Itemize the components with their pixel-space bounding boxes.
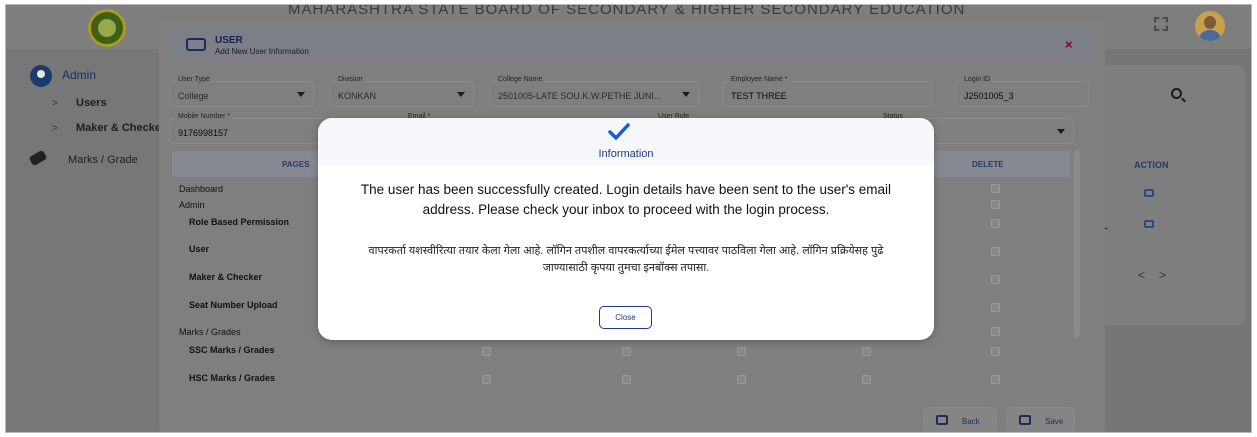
chevron-down-icon: [297, 92, 305, 97]
checkbox[interactable]: [737, 347, 746, 356]
division-select[interactable]: Division KONKAN: [329, 76, 474, 107]
user-dialog-title: USER: [215, 35, 243, 46]
table-row: User: [189, 244, 210, 254]
checkbox[interactable]: [737, 375, 746, 384]
checkbox[interactable]: [991, 303, 1000, 312]
fullscreen-icon[interactable]: [1154, 17, 1168, 31]
user-dialog-subtitle: Add New User Information: [215, 47, 309, 56]
field-value: KONKAN: [338, 91, 377, 101]
checkbox[interactable]: [622, 375, 631, 384]
back-button-label: Back: [962, 417, 980, 426]
field-value: J2501005_3: [964, 91, 1014, 101]
pagination: <>: [1138, 268, 1180, 282]
save-button-label: Save: [1045, 417, 1064, 426]
checkbox[interactable]: [482, 375, 491, 384]
checkbox[interactable]: [862, 375, 871, 384]
chevron-right-icon: >: [52, 98, 58, 109]
chevron-down-icon: [1057, 129, 1065, 134]
action-column-header: ACTION: [1134, 160, 1169, 170]
checkbox[interactable]: [991, 200, 1000, 209]
information-modal: Information The user has been successful…: [318, 118, 934, 340]
page-next-button[interactable]: >: [1159, 268, 1180, 282]
field-label: Mobile Number *: [176, 113, 233, 120]
table-row: Maker & Checker: [189, 272, 263, 282]
field-value: 2501005-LATE SOU.K.W.PETHE JUNI...: [498, 91, 662, 101]
field-value: College: [178, 91, 209, 101]
table-row: SSC Marks / Grades: [189, 345, 275, 355]
check-icon: [608, 123, 630, 140]
page-prev-button[interactable]: <: [1138, 268, 1159, 282]
table-row: HSC Marks / Grades: [189, 373, 276, 383]
field-label: Login ID: [962, 76, 993, 83]
back-button[interactable]: Back: [923, 407, 997, 432]
chevron-right-icon: >: [52, 123, 58, 134]
board-title: MAHARASHTRA STATE BOARD OF SECONDARY & H…: [288, 4, 966, 18]
table-row: Dashboard: [179, 184, 224, 194]
checkbox[interactable]: [991, 327, 1000, 336]
avatar[interactable]: [1195, 11, 1225, 41]
checkbox[interactable]: [991, 347, 1000, 356]
table-row: Admin: [179, 200, 205, 210]
close-icon[interactable]: ×: [1065, 37, 1073, 52]
sidebar-item-marks[interactable]: Marks / Grade: [68, 154, 138, 166]
chevron-down-icon: [682, 92, 690, 97]
edit-icon[interactable]: [1144, 220, 1154, 228]
field-value: TEST THREE: [731, 91, 787, 101]
checkbox[interactable]: [991, 375, 1000, 384]
checkbox[interactable]: [622, 347, 631, 356]
user-type-select[interactable]: User Type College: [169, 76, 314, 107]
admin-icon: [30, 65, 52, 87]
field-label: College Name: [496, 76, 545, 83]
checkbox[interactable]: [991, 275, 1000, 284]
field-label: User Type: [176, 76, 212, 83]
save-button[interactable]: Save: [1006, 407, 1075, 432]
users-icon: [186, 38, 206, 51]
sidebar-item-users[interactable]: Users: [76, 97, 107, 109]
chevron-down-icon: [457, 92, 465, 97]
close-button[interactable]: Close: [599, 306, 652, 329]
column-header-delete: DELETE: [972, 160, 1004, 169]
table-row: Role Based Permission: [189, 217, 290, 227]
employee-name-field[interactable]: Employee Name * TEST THREE: [722, 76, 932, 107]
table-row: Seat Number Upload: [189, 300, 278, 310]
success-message-marathi: वापरकर्ता यशस्वीरित्या तयार केला गेला आह…: [368, 245, 884, 274]
checkbox[interactable]: [482, 347, 491, 356]
modal-title: Information: [598, 148, 654, 160]
checkbox[interactable]: [991, 219, 1000, 228]
table-row: Marks / Grades: [179, 327, 241, 337]
field-label: Employee Name *: [729, 76, 790, 83]
login-id-field[interactable]: Login ID J2501005_3: [955, 76, 1089, 107]
success-message-english: The user has been successfully created. …: [360, 182, 892, 217]
sidebar-item-admin[interactable]: Admin: [62, 68, 96, 82]
board-logo: [88, 9, 126, 47]
field-value: 9176998157: [178, 128, 229, 138]
college-name-select[interactable]: College Name 2501005-LATE SOU.K.W.PETHE …: [489, 76, 699, 107]
checkbox[interactable]: [991, 184, 1000, 193]
checkbox[interactable]: [991, 247, 1000, 256]
sidebar-item-maker-checker[interactable]: Maker & Checker: [76, 122, 165, 134]
back-icon: [936, 415, 948, 425]
search-icon[interactable]: [1171, 88, 1182, 99]
edit-icon[interactable]: [1144, 189, 1154, 197]
scrollbar[interactable]: [1074, 150, 1080, 338]
save-icon: [1019, 415, 1031, 425]
column-header-pages: PAGES: [282, 160, 310, 169]
checkbox[interactable]: [862, 347, 871, 356]
field-label: Division: [336, 76, 365, 83]
